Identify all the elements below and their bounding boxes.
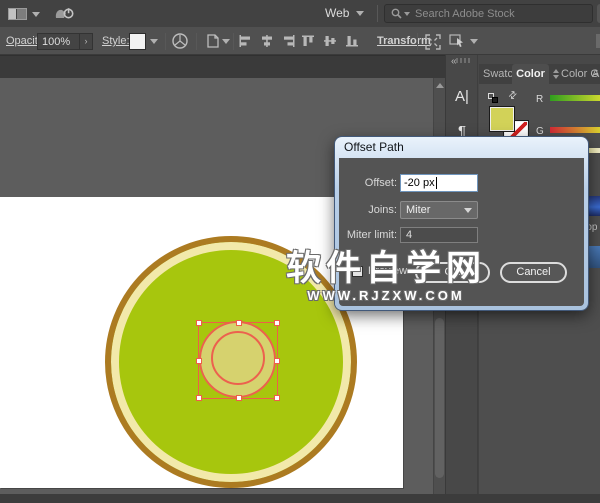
offset-value: -20 px — [404, 177, 435, 189]
selection-bounding-box[interactable] — [198, 322, 278, 399]
miter-limit-input[interactable]: 4 — [400, 227, 478, 243]
app-bar: Web Search Adobe Stock — [0, 0, 600, 27]
character-panel-icon[interactable]: A| — [446, 88, 478, 105]
selection-handle[interactable] — [196, 395, 202, 401]
dialog-title[interactable]: Offset Path — [335, 137, 588, 158]
separator — [377, 5, 378, 22]
document-tab-band — [0, 55, 445, 78]
selection-handle[interactable] — [236, 320, 242, 326]
align-middle-icon[interactable] — [323, 34, 337, 48]
selection-handle[interactable] — [196, 320, 202, 326]
dialog-body: Offset: -20 px Joins: Miter Miter limit:… — [339, 158, 584, 306]
preview-label: Preview — [368, 265, 407, 277]
offset-label: Offset: — [339, 177, 397, 189]
style-link[interactable]: Style: — [102, 35, 130, 47]
chevron-down-icon[interactable] — [32, 12, 40, 17]
separator — [165, 33, 166, 50]
swap-fill-stroke-icon[interactable]: ⇄ — [506, 89, 520, 103]
recolor-artwork-icon[interactable] — [171, 32, 189, 50]
vertical-align-group — [301, 34, 359, 48]
joins-value: Miter — [406, 204, 430, 216]
red-slider[interactable] — [550, 95, 600, 101]
vertical-scrollbar-thumb[interactable] — [435, 318, 444, 478]
selection-handle[interactable] — [274, 320, 280, 326]
blue-slider-clipped[interactable] — [589, 148, 600, 153]
tab-color[interactable]: Color — [512, 64, 549, 84]
text-caret — [436, 177, 437, 189]
style-swatch[interactable] — [129, 33, 146, 50]
miter-limit-value: 4 — [406, 229, 412, 241]
scroll-up-arrow-icon[interactable] — [436, 83, 444, 88]
align-bottom-icon[interactable] — [345, 34, 359, 48]
opacity-field[interactable]: 100% › — [37, 33, 93, 50]
touch-workspace-icon[interactable] — [54, 5, 76, 22]
opacity-flyout-button[interactable]: › — [79, 34, 92, 49]
fill-color-swatch[interactable] — [489, 106, 515, 132]
offset-input[interactable]: -20 px — [400, 174, 478, 192]
document-setup-icon[interactable] — [205, 33, 221, 49]
illustrator-window: Web Search Adobe Stock Opacity: 100% › S… — [0, 0, 600, 503]
clipped-panel-item — [589, 246, 600, 268]
transform-link[interactable]: Transform — [377, 35, 431, 47]
document-preset-dropdown[interactable]: Web — [325, 6, 349, 20]
chevron-down-icon[interactable] — [356, 11, 364, 16]
miter-limit-label: Miter limit: — [339, 229, 397, 241]
default-fill-stroke-icon[interactable] — [488, 93, 498, 103]
separator — [417, 33, 418, 50]
bottom-scroll-strip[interactable] — [0, 494, 600, 503]
clipped-control — [596, 34, 600, 48]
tab-appearance[interactable]: A — [592, 64, 599, 84]
align-top-icon[interactable] — [301, 34, 315, 48]
panel-tab-bar: Swatch Color Color G A — [479, 64, 600, 84]
adobe-stock-search-input[interactable]: Search Adobe Stock — [384, 4, 593, 23]
cancel-button[interactable]: Cancel — [500, 262, 567, 283]
opacity-value: 100% — [38, 36, 79, 48]
isolate-selected-object-icon[interactable] — [425, 34, 441, 50]
horizontal-align-group — [238, 34, 296, 48]
select-similar-objects-icon[interactable] — [449, 33, 466, 49]
ok-button[interactable]: OK — [415, 262, 490, 283]
offset-path-dialog: Offset Path Offset: -20 px Joins: Miter … — [335, 137, 588, 310]
application-frame-icon[interactable] — [8, 8, 27, 20]
selection-handle[interactable] — [274, 395, 280, 401]
green-slider[interactable] — [550, 127, 600, 133]
selection-handle[interactable] — [196, 358, 202, 364]
align-left-icon[interactable] — [238, 34, 252, 48]
chevron-down-icon[interactable] — [222, 39, 230, 44]
panel-cycle-icon[interactable] — [553, 69, 560, 79]
align-center-icon[interactable] — [260, 34, 274, 48]
chevron-down-icon — [464, 208, 472, 213]
color-spectrum-clipped[interactable] — [589, 196, 600, 216]
selection-handle[interactable] — [274, 358, 280, 364]
search-placeholder: Search Adobe Stock — [415, 8, 515, 20]
separator — [196, 33, 197, 50]
control-bar: Opacity: 100% › Style: — [0, 27, 600, 55]
chevron-down-icon[interactable] — [150, 39, 158, 44]
red-slider-label: R — [536, 94, 543, 105]
separator — [233, 33, 234, 50]
joins-dropdown[interactable]: Miter — [400, 201, 478, 219]
green-slider-label: G — [536, 126, 544, 137]
chevron-down-icon[interactable] — [470, 39, 478, 44]
panel-divider — [478, 310, 479, 503]
search-icon — [391, 8, 402, 19]
preview-checkbox[interactable] — [352, 266, 363, 277]
joins-label: Joins: — [339, 204, 397, 216]
selection-handle[interactable] — [236, 395, 242, 401]
search-scope-chevron-icon — [404, 12, 410, 16]
align-right-icon[interactable] — [282, 34, 296, 48]
